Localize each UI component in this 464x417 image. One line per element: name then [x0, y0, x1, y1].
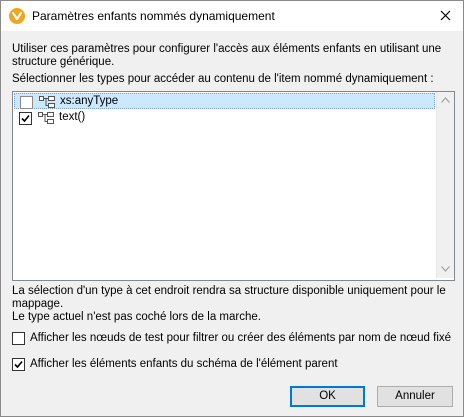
show-schema-children-checkbox[interactable] — [12, 358, 25, 371]
cancel-button[interactable]: Annuler — [377, 386, 453, 407]
description-line-2: structure générique. — [12, 56, 115, 68]
info-line-3: Le type actuel n'est pas coché lors de l… — [12, 311, 261, 323]
info-line-2: mappage. — [12, 298, 64, 310]
type-checkbox-anytype[interactable] — [20, 96, 33, 109]
types-listbox[interactable]: xs:anyType text() — [12, 91, 455, 281]
type-checkbox-text[interactable] — [19, 112, 32, 125]
close-button[interactable] — [435, 5, 457, 27]
ok-button[interactable]: OK — [290, 386, 365, 407]
description-line-1: Utiliser ces paramètres pour configurer … — [12, 43, 442, 55]
app-icon — [9, 8, 25, 24]
scroll-down-icon[interactable] — [441, 266, 450, 272]
list-item-anytype[interactable]: xs:anyType — [14, 93, 435, 109]
checkmark-icon — [21, 114, 30, 123]
info-line-1: La sélection d'un type à cet endroit ren… — [12, 285, 446, 297]
element-node-icon — [38, 112, 54, 124]
show-test-nodes-checkbox[interactable] — [12, 332, 25, 345]
vertical-scrollbar[interactable] — [436, 92, 454, 278]
element-node-icon — [39, 96, 55, 108]
list-label: Sélectionner les types pour accéder au c… — [12, 73, 434, 85]
list-item-label: text() — [59, 111, 86, 123]
show-test-nodes-label[interactable]: Afficher les nœuds de test pour filtrer … — [30, 332, 451, 345]
close-icon — [440, 10, 451, 21]
list-item-text[interactable]: text() — [14, 110, 435, 126]
title-bar[interactable]: Paramètres enfants nommés dynamiquement — [1, 1, 463, 31]
dialog-window: Paramètres enfants nommés dynamiquement … — [0, 0, 464, 417]
window-title: Paramètres enfants nommés dynamiquement — [32, 9, 275, 23]
list-item-label: xs:anyType — [60, 95, 119, 107]
scroll-up-icon[interactable] — [441, 97, 450, 103]
show-schema-children-label[interactable]: Afficher les éléments enfants du schéma … — [30, 358, 338, 371]
checkmark-icon — [14, 360, 23, 369]
